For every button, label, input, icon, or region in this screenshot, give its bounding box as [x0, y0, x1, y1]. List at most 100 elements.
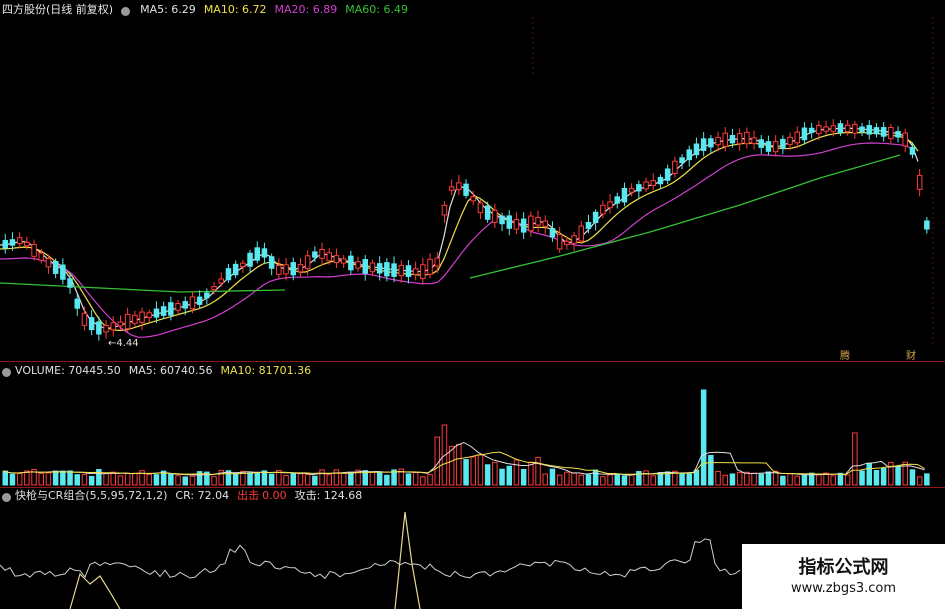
ma60-label: MA60: 6.49 [345, 3, 408, 16]
volume-bar [816, 474, 822, 486]
candle [643, 181, 649, 190]
volume-bar [254, 472, 260, 486]
candle [196, 296, 203, 305]
candle [909, 146, 916, 155]
candle [506, 215, 512, 229]
candle [348, 255, 354, 271]
candle [592, 211, 599, 224]
candle [880, 127, 887, 137]
volume-bar [405, 473, 412, 486]
cr-value: CR: 72.04 [175, 489, 230, 502]
candle [182, 301, 188, 309]
volume-bar [592, 469, 599, 486]
candle [9, 239, 16, 246]
volume-bar [9, 473, 16, 486]
candle [902, 132, 908, 147]
volume-bar [211, 476, 217, 486]
price-header: 四方股份(日线 前复权) MA5: 6.29 MA10: 6.72 MA20: … [2, 3, 408, 17]
volume-bar [124, 473, 131, 486]
volume-bar [189, 475, 196, 486]
candlestick-chart[interactable] [0, 17, 945, 362]
volume-bar [290, 472, 296, 486]
candle [571, 235, 577, 244]
candle [24, 241, 30, 247]
volume-bar [132, 472, 138, 486]
volume-bar [765, 471, 772, 486]
settings-icon[interactable] [2, 367, 11, 377]
volume-bar [564, 471, 570, 486]
candle [837, 123, 844, 134]
candle [715, 136, 721, 146]
volume-bar [247, 472, 253, 486]
volume-bar [542, 473, 548, 486]
volume-bar [103, 473, 109, 486]
volume-bar [297, 473, 304, 486]
candle [283, 264, 289, 275]
volume-bar [895, 466, 901, 486]
volume-bar [261, 470, 268, 486]
volume-bar [492, 461, 498, 486]
candle [477, 202, 484, 214]
candle [556, 234, 563, 250]
settings-icon[interactable] [121, 6, 131, 16]
volume-bar [852, 432, 858, 486]
volume-bar [837, 472, 844, 486]
candle [751, 137, 757, 145]
volume-bar [585, 474, 592, 486]
event-tag-1[interactable]: 腾 [840, 347, 850, 362]
volume-bar [729, 473, 736, 486]
cr-line [0, 538, 741, 580]
stock-title[interactable]: 四方股份(日线 前复权) [2, 3, 113, 17]
candle [412, 268, 419, 275]
candle [2, 239, 8, 249]
candle [160, 306, 167, 316]
volume-bar [880, 467, 887, 486]
candle [700, 138, 707, 151]
candle [772, 141, 779, 153]
candle [499, 215, 505, 225]
event-tag-2[interactable]: 财 [906, 347, 916, 362]
volume-bar [182, 476, 188, 486]
volume-bar [2, 470, 8, 486]
volume-bar [168, 473, 174, 486]
candle [722, 132, 728, 147]
volume-bar [175, 475, 181, 486]
candle [218, 278, 224, 284]
candle [852, 123, 858, 134]
watermark-url: www.zbgs3.com [790, 581, 897, 596]
volume-bar [232, 473, 239, 486]
volume-bar [657, 472, 664, 486]
candle [614, 196, 620, 204]
candle [866, 125, 872, 135]
candle [470, 196, 476, 202]
volume-bar [916, 476, 923, 486]
settings-icon[interactable] [2, 492, 11, 502]
candle [333, 255, 340, 264]
volume-bar [319, 469, 325, 486]
candle [808, 127, 815, 133]
candle [31, 243, 37, 257]
candle [456, 182, 462, 190]
low-price-marker: ←4.44 [108, 338, 139, 349]
candle [585, 222, 592, 229]
volume-bar [117, 475, 124, 486]
candle [427, 258, 433, 275]
volume-bar [283, 474, 289, 486]
candle [304, 255, 311, 270]
volume-bar [679, 473, 685, 486]
candle [650, 180, 656, 186]
candle [420, 264, 426, 279]
candle [657, 176, 664, 185]
volume-bar [751, 472, 757, 486]
candle [168, 302, 174, 316]
volume-chart[interactable] [0, 378, 945, 486]
candle [376, 263, 383, 274]
candle [52, 260, 59, 274]
candle [463, 183, 469, 196]
volume-bar [146, 474, 152, 486]
candle [528, 215, 534, 232]
candle [823, 126, 829, 132]
candle [225, 268, 232, 281]
volume-bar [463, 459, 469, 486]
volume-bar [448, 445, 455, 486]
